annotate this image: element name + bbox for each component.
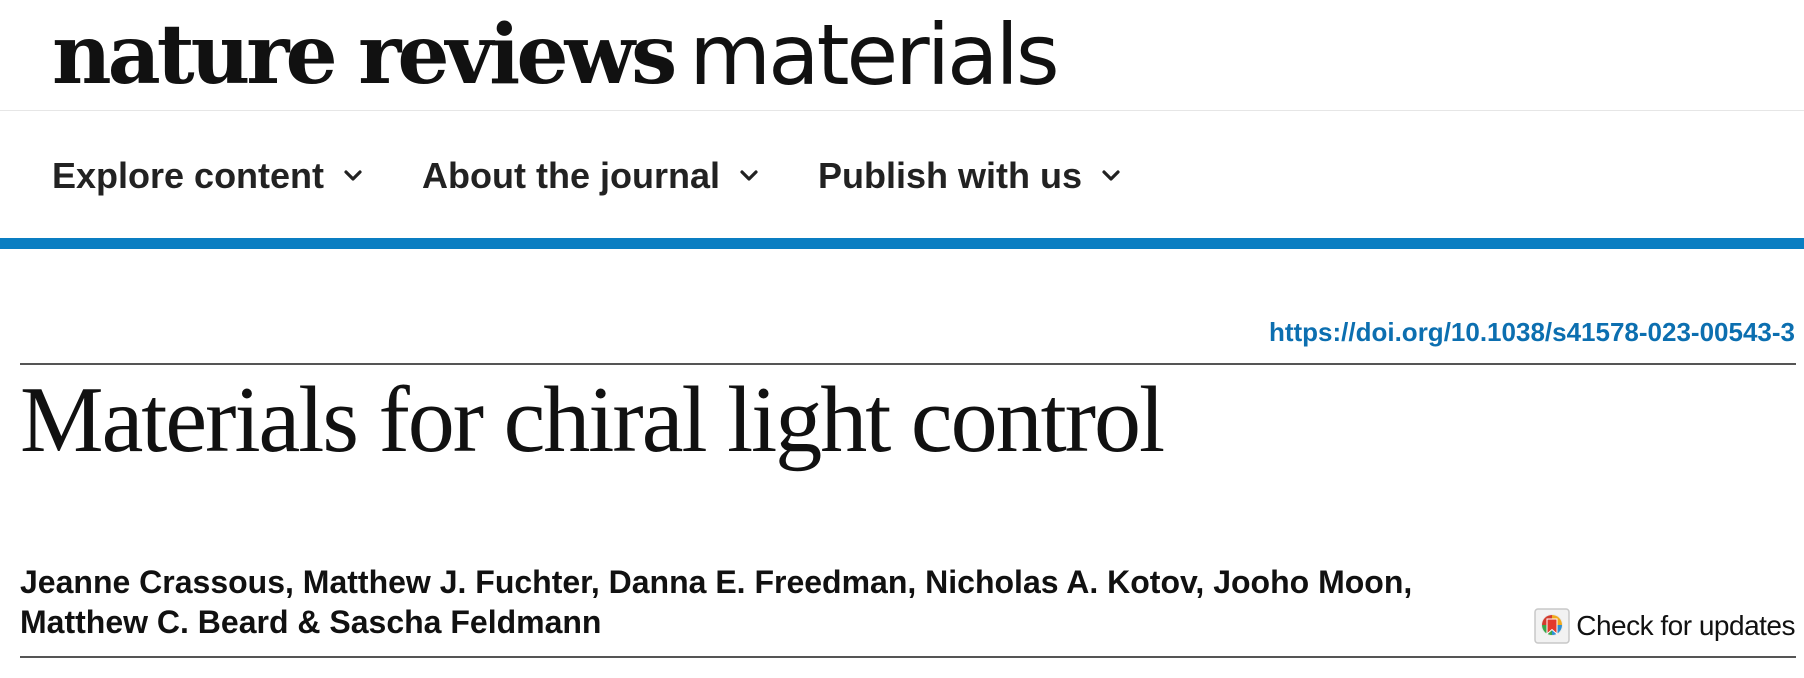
chevron-down-icon	[1102, 170, 1120, 181]
check-for-updates-icon	[1534, 608, 1570, 644]
chevron-down-icon	[344, 170, 362, 181]
doi-link[interactable]: https://doi.org/10.1038/s41578-023-00543…	[1269, 317, 1795, 348]
chevron-down-icon	[740, 170, 758, 181]
author-list: Jeanne Crassous, Matthew J. Fuchter, Dan…	[20, 562, 1500, 642]
accent-bar	[0, 238, 1804, 249]
check-for-updates-label: Check for updates	[1576, 610, 1795, 641]
nav-about-the-journal-label: About the journal	[422, 155, 721, 196]
logo-materials: materials	[689, 6, 1059, 104]
author-list-line-2[interactable]: Matthew C. Beard & Sascha Feldmann	[20, 602, 1500, 642]
main-nav: Explore content About the journal Publis…	[52, 150, 1180, 202]
journal-logo[interactable]: nature reviews materials	[52, 0, 1060, 110]
title-rule-top	[20, 363, 1796, 365]
logo-nature-reviews: nature reviews	[52, 7, 677, 103]
nav-about-the-journal[interactable]: About the journal	[422, 155, 760, 197]
header-divider	[0, 110, 1804, 111]
title-rule-bottom	[20, 656, 1796, 658]
article-title: Materials for chiral light control	[20, 368, 1165, 472]
nav-explore-content[interactable]: Explore content	[52, 155, 364, 197]
check-for-updates-button[interactable]: Check for updates	[1534, 607, 1795, 645]
nav-publish-with-us[interactable]: Publish with us	[818, 155, 1122, 197]
author-list-line-1[interactable]: Jeanne Crassous, Matthew J. Fuchter, Dan…	[20, 562, 1500, 602]
nav-publish-with-us-label: Publish with us	[818, 155, 1083, 196]
nav-explore-content-label: Explore content	[52, 155, 325, 196]
